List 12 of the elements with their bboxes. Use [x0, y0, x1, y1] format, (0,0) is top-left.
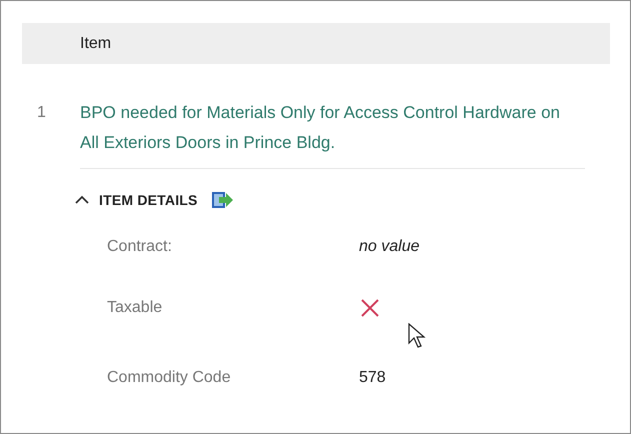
caret-up-icon[interactable] [75, 195, 89, 205]
field-value: 578 [359, 369, 386, 387]
field-label: Commodity Code [107, 369, 232, 387]
empty-value: no value [359, 238, 420, 256]
field-label: Contract: [107, 238, 173, 256]
field-label: Taxable [107, 299, 164, 317]
row-number: 1 [37, 103, 46, 123]
section-heading: ITEM DETAILS [99, 192, 198, 208]
cursor-icon [408, 323, 426, 349]
item-link[interactable]: BPO needed for Materials Only for Access Control Hardware on All Exteriors Doors in Prince Bldg. [80, 98, 560, 158]
document-arrow-icon[interactable] [210, 190, 234, 210]
column-header: Item [80, 34, 112, 52]
